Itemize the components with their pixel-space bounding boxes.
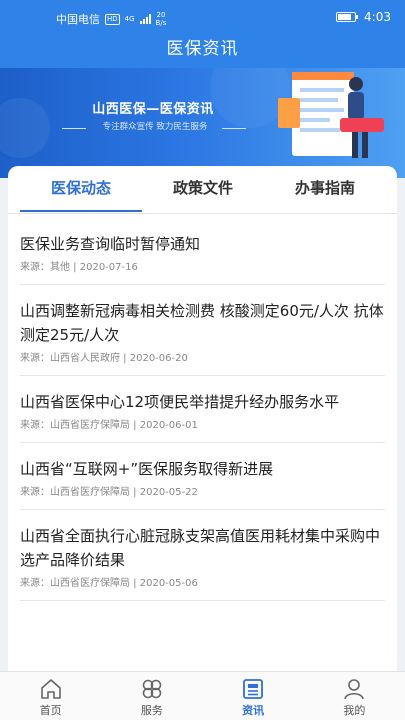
news-list: 医保业务查询临时暂停通知 来源：其他 | 2020-07-16 山西调整新冠病毒… xyxy=(20,218,385,601)
profile-icon xyxy=(344,679,365,700)
news-icon xyxy=(243,679,264,699)
banner-subtitle: 专注群众宣传 致力民生服务 xyxy=(102,122,208,132)
news-source: 来源：山西省医疗保障局 | 2020-05-06 xyxy=(20,578,198,589)
news-source: 来源：山西省人民政府 | 2020-06-20 xyxy=(20,353,188,364)
nav-services[interactable]: 服务 xyxy=(101,672,202,720)
news-title: 山西调整新冠病毒相关检测费 核酸测定60元/人次 抗体测定25元/人次 xyxy=(20,302,384,344)
home-icon xyxy=(40,679,61,699)
clock: 4:03 xyxy=(364,10,391,24)
tab-medical-news[interactable]: 医保动态 xyxy=(20,166,142,214)
news-source: 来源：山西省医疗保障局 | 2020-06-01 xyxy=(20,420,198,431)
banner-title: 山西医保—医保资讯 xyxy=(92,102,214,117)
nav-services-label: 服务 xyxy=(140,704,163,717)
status-right: 4:03 xyxy=(336,10,391,24)
news-item[interactable]: 山西省医保中心12项便民举措提升经办服务水平 来源：山西省医疗保障局 | 202… xyxy=(20,376,385,443)
net-speed-unit: B/s xyxy=(155,19,167,27)
news-title: 山西省“互联网+”医保服务取得新进展 xyxy=(20,460,274,478)
signal-icon xyxy=(139,14,151,24)
net-speed-value: 20 xyxy=(156,11,166,19)
carrier-label: 中国电信 xyxy=(56,13,100,26)
news-title: 山西省医保中心12项便民举措提升经办服务水平 xyxy=(20,393,340,411)
page-title: 医保资讯 xyxy=(0,34,405,68)
news-card: 医保动态 政策文件 办事指南 医保业务查询临时暂停通知 来源：其他 | 2020… xyxy=(8,166,397,671)
news-item[interactable]: 医保业务查询临时暂停通知 来源：其他 | 2020-07-16 xyxy=(20,218,385,285)
battery-icon xyxy=(336,12,359,22)
active-tab-indicator xyxy=(20,210,142,212)
nav-news-label: 资讯 xyxy=(242,704,265,717)
news-item[interactable]: 山西省“互联网+”医保服务取得新进展 来源：山西省医疗保障局 | 2020-05… xyxy=(20,443,385,510)
nav-home[interactable]: 首页 xyxy=(0,672,101,720)
tab-service-guide[interactable]: 办事指南 xyxy=(264,166,386,214)
news-item[interactable]: 山西省全面执行心脏冠脉支架高值医用耗材集中采购中选产品降价结果 来源：山西省医疗… xyxy=(20,510,385,601)
banner: 山西医保—医保资讯 专注群众宣传 致力民生服务 xyxy=(0,68,405,178)
tab-policy-documents[interactable]: 政策文件 xyxy=(142,166,264,214)
network-type: 4G xyxy=(124,15,135,23)
news-title: 山西省全面执行心脏冠脉支架高值医用耗材集中采购中选产品降价结果 xyxy=(20,527,381,569)
services-icon xyxy=(142,679,162,699)
tab-bar: 医保动态 政策文件 办事指南 xyxy=(8,166,397,214)
news-source: 来源：山西省医疗保障局 | 2020-05-22 xyxy=(20,487,198,498)
news-item[interactable]: 山西调整新冠病毒相关检测费 核酸测定60元/人次 抗体测定25元/人次 来源：山… xyxy=(20,285,385,376)
bottom-nav: 首页 服务 资讯 我的 xyxy=(0,671,405,720)
nav-news[interactable]: 资讯 xyxy=(203,672,304,720)
status-left: 中国电信 HD 4G 20 B/s xyxy=(56,11,166,27)
nav-profile[interactable]: 我的 xyxy=(304,672,405,720)
news-title: 医保业务查询临时暂停通知 xyxy=(20,235,201,253)
nav-home-label: 首页 xyxy=(39,704,62,717)
status-bar: 中国电信 HD 4G 20 B/s 4:03 xyxy=(0,0,405,34)
hd-badge: HD xyxy=(105,13,120,25)
news-source: 来源：其他 | 2020-07-16 xyxy=(20,262,138,273)
net-speed: 20 B/s xyxy=(156,11,167,27)
nav-profile-label: 我的 xyxy=(343,704,366,717)
